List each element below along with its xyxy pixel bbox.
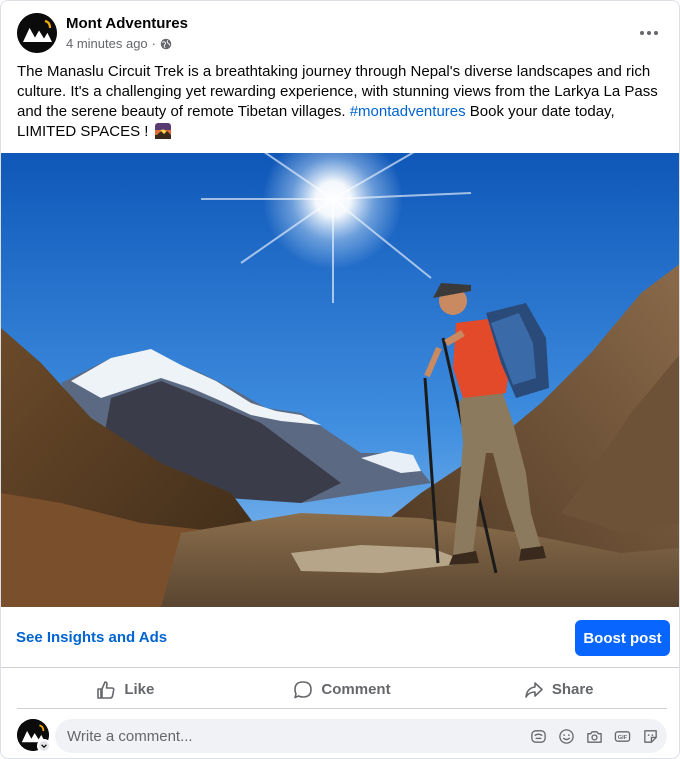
boost-post-button[interactable]: Boost post (575, 620, 670, 656)
post-card: Mont Adventures 4 minutes ago · The Mana… (0, 0, 680, 759)
like-label: Like (124, 681, 155, 698)
post-header: Mont Adventures 4 minutes ago · (17, 13, 667, 57)
comment-tools: GIF (529, 727, 659, 745)
insights-row: See Insights and Ads Boost post (1, 607, 679, 668)
avatar-sticker-button[interactable] (529, 727, 547, 745)
hashtag-link[interactable]: #montadventures (350, 103, 466, 120)
page-avatar[interactable] (17, 13, 57, 53)
more-dot (640, 31, 644, 35)
post-text: The Manaslu Circuit Trek is a breathtaki… (17, 62, 665, 142)
more-dot (654, 31, 658, 35)
action-bar: Like Comment Share (17, 671, 667, 709)
trek-photo (1, 153, 679, 607)
meta-separator: · (151, 36, 157, 51)
avatar-sticker-icon (530, 729, 546, 743)
post-photo[interactable] (1, 153, 679, 607)
emoji-icon (558, 728, 574, 744)
post-meta: 4 minutes ago · (66, 36, 172, 51)
more-options-button[interactable] (631, 15, 667, 51)
chevron-down-icon (41, 744, 47, 749)
post-time[interactable]: 4 minutes ago (66, 36, 148, 51)
comment-composer: GIF (17, 717, 667, 755)
gif-button[interactable]: GIF (613, 727, 631, 745)
svg-text:GIF: GIF (617, 734, 627, 740)
comment-button[interactable]: Comment (234, 671, 451, 708)
page-name[interactable]: Mont Adventures (66, 15, 188, 32)
comment-input[interactable] (67, 719, 507, 753)
gif-icon: GIF (614, 730, 630, 742)
mont-logo-icon (17, 13, 57, 53)
globe-icon[interactable] (160, 38, 172, 50)
camera-icon (586, 730, 602, 743)
sticker-button[interactable] (641, 727, 659, 745)
photo-button[interactable] (585, 727, 603, 745)
comment-box: GIF (55, 719, 667, 753)
sunrise-emoji-icon (154, 123, 171, 139)
speech-bubble-icon (294, 680, 313, 698)
share-button[interactable]: Share (450, 671, 667, 708)
emoji-button[interactable] (557, 727, 575, 745)
share-arrow-icon (525, 681, 543, 698)
like-button[interactable]: Like (17, 671, 234, 708)
switch-profile-button[interactable] (37, 739, 51, 753)
sticker-icon (643, 729, 657, 743)
share-label: Share (551, 681, 594, 698)
thumbs-up-icon (97, 680, 115, 699)
comment-label: Comment (321, 681, 391, 698)
more-dot (647, 31, 651, 35)
see-insights-link[interactable]: See Insights and Ads (16, 629, 167, 646)
